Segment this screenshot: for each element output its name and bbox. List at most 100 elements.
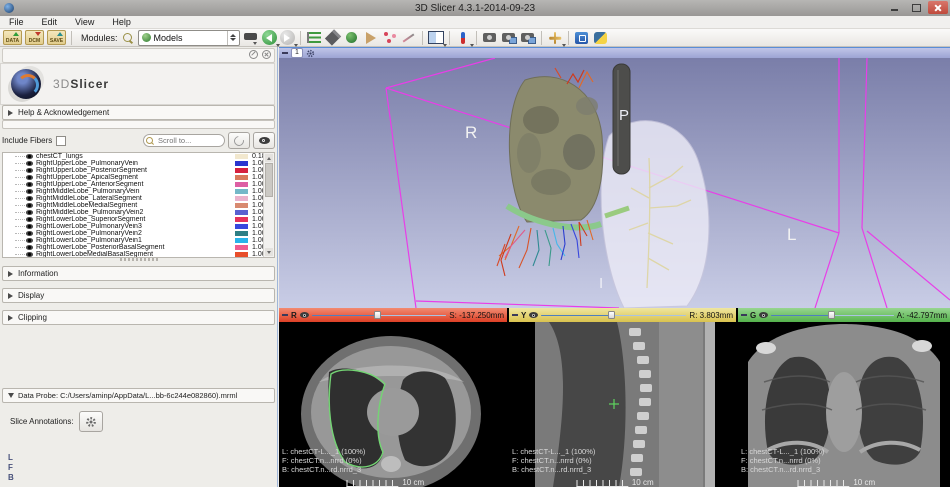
menu-view[interactable]: View [66,17,103,27]
visibility-eye-icon[interactable] [26,210,33,215]
splitter-handle[interactable] [120,258,158,261]
close-button[interactable] [928,1,948,14]
scroll-up-icon[interactable] [267,157,271,160]
slice-annotations-settings-button[interactable] [79,411,103,432]
model-color-swatch[interactable] [235,217,248,222]
model-color-swatch[interactable] [235,231,248,236]
visibility-eye-icon[interactable] [26,217,33,222]
model-color-swatch[interactable] [235,245,248,250]
yellow-visibility-eye-icon[interactable] [529,312,538,318]
right-lung-model[interactable] [509,77,602,222]
red-slider-handle[interactable] [374,311,381,319]
view3d-pin-icon[interactable] [282,52,288,54]
red-visibility-eye-icon[interactable] [300,312,309,318]
volumes-button[interactable] [344,30,360,45]
load-dicom-button[interactable]: DCM [25,30,44,45]
module-forward-button[interactable] [280,30,295,45]
model-row[interactable]: RightLowerLobe_PulmonaryVein31.00 [3,223,274,230]
model-row[interactable]: RightLowerLobe_PulmonaryVein21.00 [3,230,274,237]
green-visibility-eye-icon[interactable] [759,312,768,318]
red-slice-slider[interactable] [312,311,447,319]
section-information[interactable]: Information [2,266,275,281]
volume-rendering-button[interactable] [325,30,341,45]
modules-combobox[interactable]: Models [138,30,240,46]
scene-view-restore-button[interactable] [520,30,536,45]
yellow-slice-viewport[interactable]: L: chestCT-L..._1 (100%)F: chestCT.n...n… [509,322,736,487]
model-color-swatch[interactable] [235,252,248,257]
model-color-swatch[interactable] [235,168,248,173]
model-row[interactable]: RightLowerLobeMedialBasalSegment1.00 [3,251,274,258]
visibility-eye-icon[interactable] [26,245,33,250]
model-color-swatch[interactable] [235,224,248,229]
red-pin-icon[interactable] [282,314,288,316]
module-search-icon[interactable] [123,33,132,42]
red-slice-viewport[interactable]: L: chestCT-L..._1 (100%)F: chestCT.n...n… [279,322,507,487]
module-back-button[interactable] [262,30,277,45]
model-row[interactable]: RightMiddleLobe_PulmonaryVein21.00 [3,209,274,216]
visibility-eye-icon[interactable] [26,252,33,257]
model-color-swatch[interactable] [235,210,248,215]
markups-button[interactable] [382,30,398,45]
visibility-eye-icon[interactable] [26,238,33,243]
model-row[interactable]: RightUpperLobe_ApicalSegment1.00 [3,174,274,181]
visibility-eye-icon[interactable] [26,189,33,194]
scroll-to-input[interactable] [143,134,225,147]
model-color-swatch[interactable] [235,189,248,194]
visibility-eye-icon[interactable] [26,168,33,173]
model-row[interactable]: RightMiddleLobe_PulmonaryVein1.00 [3,188,274,195]
screenshot-button[interactable] [482,30,498,45]
scene-view-capture-button[interactable] [501,30,517,45]
visibility-eye-icon[interactable] [26,161,33,166]
refresh-button[interactable] [228,132,250,149]
model-row[interactable]: chestCT_lungs0.18 [3,153,274,160]
visibility-eye-icon[interactable] [26,175,33,180]
yellow-pin-icon[interactable] [512,314,518,316]
combobox-spinner[interactable] [227,31,239,45]
model-row[interactable]: RightLowerLobe_SuperiorSegment1.00 [3,216,274,223]
scrollbar-thumb[interactable] [265,163,273,197]
model-row[interactable]: RightLowerLobe_PosteriorBasalSegment1.00 [3,244,274,251]
model-color-swatch[interactable] [235,238,248,243]
model-color-swatch[interactable] [235,175,248,180]
minimize-button[interactable] [884,1,904,14]
model-row[interactable]: RightLowerLobe_PulmonaryVein11.00 [3,237,274,244]
maximize-button[interactable] [906,1,926,14]
model-row[interactable]: RightMiddleLobeMedialSegment1.00 [3,202,274,209]
model-color-swatch[interactable] [235,154,248,159]
visibility-eye-icon[interactable] [26,196,33,201]
section-help-acknowledgement[interactable]: Help & Acknowledgement [2,105,275,120]
subject-hierarchy-button[interactable] [306,30,322,45]
annotations-button[interactable] [401,30,417,45]
section-clipping[interactable]: Clipping [2,310,275,325]
mouse-mode-button[interactable] [455,30,471,45]
panel-pin-icon[interactable] [249,50,258,59]
menu-edit[interactable]: Edit [33,17,67,27]
green-pin-icon[interactable] [741,314,747,316]
model-color-swatch[interactable] [235,182,248,187]
crosshair-button[interactable] [547,30,563,45]
scroll-down-icon[interactable] [267,251,271,254]
model-row[interactable]: RightUpperLobe_AnteriorSegment1.00 [3,181,274,188]
load-data-button[interactable]: DATA [3,30,22,45]
menu-file[interactable]: File [0,17,33,27]
yellow-slider-handle[interactable] [608,311,615,319]
visibility-eye-icon[interactable] [26,203,33,208]
section-display[interactable]: Display [2,288,275,303]
save-button[interactable]: SAVE [47,30,66,45]
model-color-swatch[interactable] [235,203,248,208]
extensions-manager-button[interactable] [574,30,590,45]
view3d-viewport[interactable]: R P L I [279,58,950,308]
yellow-slice-slider[interactable] [541,311,686,319]
model-color-swatch[interactable] [235,161,248,166]
model-row[interactable]: RightUpperLobe_PulmonaryVein1.00 [3,160,274,167]
menu-help[interactable]: Help [103,17,140,27]
include-fibers-checkbox[interactable] [56,136,66,146]
model-row[interactable]: RightUpperLobe_PosteriorSegment1.00 [3,167,274,174]
layout-selector-button[interactable] [428,30,444,45]
model-color-swatch[interactable] [235,196,248,201]
visibility-eye-icon[interactable] [26,231,33,236]
models-button[interactable] [363,30,379,45]
section-data-probe[interactable]: Data Probe: C:/Users/aminp/AppData/L...b… [2,388,275,403]
view3d-gear-icon[interactable] [306,49,315,58]
visibility-all-button[interactable] [253,132,275,149]
